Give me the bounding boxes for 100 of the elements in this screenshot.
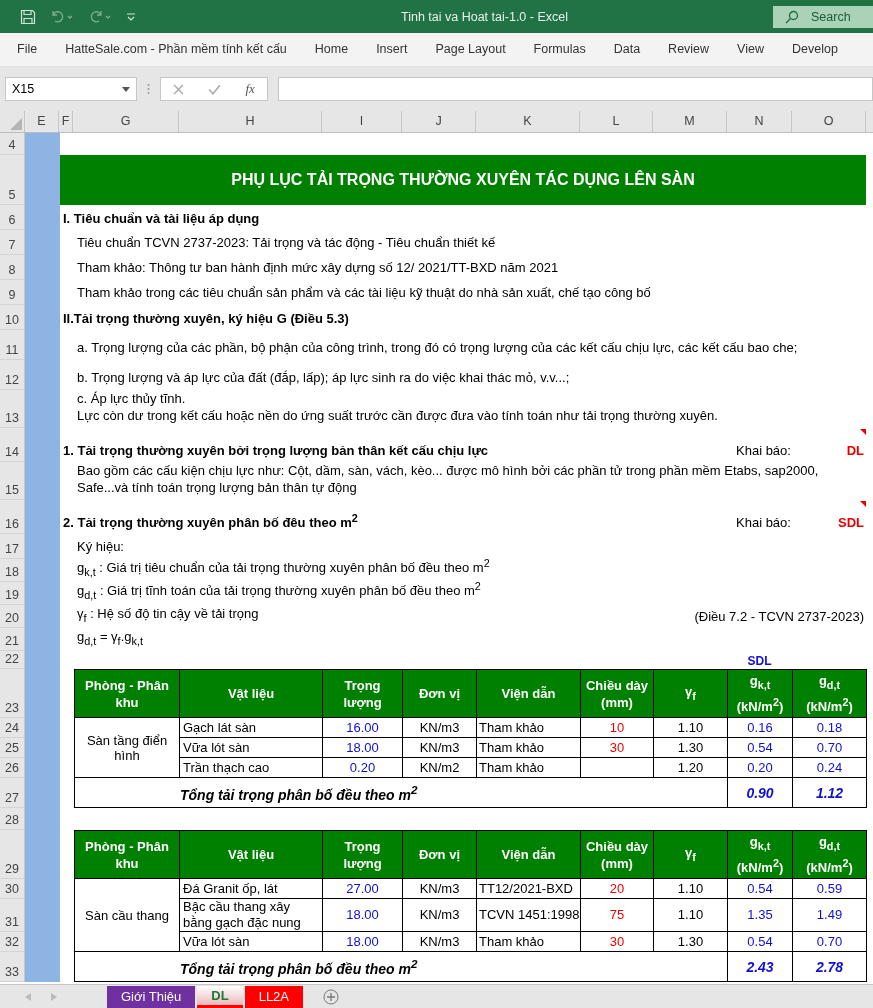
note-text: Tiêu chuẩn TCVN 2737-2023: Tải trọng và tác động - Tiêu chuẩn thiết kế bbox=[77, 234, 496, 251]
table-cell: KN/m2 bbox=[403, 758, 477, 778]
table-cell: TCVN 1451:1998 bbox=[477, 899, 581, 932]
ribbon-tab[interactable]: Page Layout bbox=[435, 37, 506, 62]
section-heading: 2. Tải trọng thường xuyên phân bố đêu theo m$^{2}$ bbox=[62, 511, 359, 530]
row-number[interactable]: 21 bbox=[0, 628, 25, 651]
row-number[interactable]: 24 bbox=[0, 718, 25, 738]
ribbon-tab[interactable]: File bbox=[17, 37, 38, 62]
table-cell: 75 bbox=[581, 899, 654, 932]
column-header[interactable]: F bbox=[59, 111, 73, 132]
row-number[interactable]: 12 bbox=[0, 360, 25, 390]
ribbon-tab[interactable]: Formulas bbox=[533, 37, 586, 62]
table-cell: 0.70 bbox=[793, 738, 867, 758]
ribbon-tab[interactable]: View bbox=[737, 37, 764, 62]
column-header[interactable]: E bbox=[25, 111, 59, 132]
row-number[interactable]: 9 bbox=[0, 280, 25, 305]
column-header[interactable]: N bbox=[727, 111, 792, 132]
row-number[interactable]: 28 bbox=[0, 808, 25, 830]
next-sheet-icon[interactable] bbox=[51, 992, 57, 1001]
ribbon-tab[interactable]: Data bbox=[613, 37, 641, 62]
column-header[interactable]: I bbox=[322, 111, 402, 132]
previous-sheet-icon[interactable] bbox=[25, 992, 31, 1001]
row-number[interactable]: 19 bbox=[0, 582, 25, 605]
check-icon[interactable] bbox=[208, 83, 222, 95]
column-header[interactable]: J bbox=[402, 111, 476, 132]
table-cell: 1.30 bbox=[654, 932, 728, 952]
ribbon-tab[interactable]: HatteSale.com - Phần mềm tính kết cấu bbox=[65, 37, 287, 62]
ribbon-tab[interactable]: Insert bbox=[376, 37, 408, 62]
column-header[interactable]: K bbox=[476, 111, 580, 132]
sheet-tab[interactable]: Giới Thiệu bbox=[107, 985, 196, 1008]
table-cell: 0.54 bbox=[728, 879, 793, 899]
sheet-tab[interactable]: DL bbox=[197, 985, 243, 1008]
row-number[interactable]: 17 bbox=[0, 534, 25, 559]
row-number[interactable]: 32 bbox=[0, 932, 25, 952]
row-number[interactable]: 11 bbox=[0, 330, 25, 360]
row-number[interactable]: 26 bbox=[0, 758, 25, 778]
row-number[interactable]: 5 bbox=[0, 155, 25, 205]
column-header[interactable]: G bbox=[73, 111, 179, 132]
table-cell: 0.16 bbox=[728, 718, 793, 738]
row-number[interactable]: 18 bbox=[0, 559, 25, 582]
undo-icon[interactable] bbox=[50, 8, 74, 25]
add-sheet-icon[interactable] bbox=[323, 988, 340, 1005]
customize-toolbar-icon[interactable] bbox=[126, 11, 136, 22]
save-icon[interactable] bbox=[20, 8, 36, 25]
table-cell: 0.59 bbox=[793, 879, 867, 899]
row-number[interactable]: 7 bbox=[0, 230, 25, 255]
search-field[interactable]: Search bbox=[773, 5, 873, 28]
row-number[interactable]: 22 bbox=[0, 651, 25, 669]
comment-marker-icon[interactable] bbox=[860, 501, 866, 507]
column-heading: Vật liệu bbox=[180, 669, 323, 718]
column-header[interactable]: H bbox=[179, 111, 322, 132]
row-number[interactable]: 29 bbox=[0, 830, 25, 879]
comment-marker-icon[interactable] bbox=[860, 429, 866, 435]
search-icon bbox=[785, 9, 799, 24]
row-number[interactable]: 15 bbox=[0, 462, 25, 500]
cancel-icon[interactable] bbox=[173, 83, 185, 95]
table-cell: 1.10 bbox=[654, 718, 728, 738]
row-number[interactable]: 27 bbox=[0, 778, 25, 808]
row-number[interactable]: 33 bbox=[0, 952, 25, 982]
declare-label: Khai báo: bbox=[736, 515, 792, 530]
row-number[interactable]: 10 bbox=[0, 305, 25, 330]
row-number[interactable]: 23 bbox=[0, 669, 25, 718]
table-cell: Vữa lót sàn bbox=[180, 738, 323, 758]
column-heading: Trọng lượng bbox=[323, 830, 403, 879]
row-number[interactable]: 20 bbox=[0, 605, 25, 628]
insert-function-button[interactable]: fx bbox=[245, 81, 255, 97]
row-number[interactable]: 25 bbox=[0, 738, 25, 758]
formula-input[interactable] bbox=[278, 77, 873, 101]
table-cell: 27.00 bbox=[323, 879, 403, 899]
zone-cell: Sàn tầng điển hình bbox=[74, 718, 180, 778]
ribbon-tab[interactable]: Home bbox=[314, 37, 349, 62]
column-header[interactable]: M bbox=[653, 111, 727, 132]
table-cell: Tham khảo bbox=[477, 758, 581, 778]
section-heading: II.Tải trọng thường xuyên, ký hiệu G (Điều 5.3) bbox=[62, 311, 349, 326]
column-header[interactable]: L bbox=[580, 111, 653, 132]
row-number[interactable]: 14 bbox=[0, 428, 25, 462]
row-number[interactable]: 31 bbox=[0, 899, 25, 932]
select-all-icon[interactable] bbox=[10, 118, 22, 130]
table-cell: Tham khảo bbox=[477, 738, 581, 758]
column-heading: Trọng lượng bbox=[323, 669, 403, 718]
column-header[interactable]: O bbox=[792, 111, 866, 132]
table-cell: Tham khảo bbox=[477, 718, 581, 738]
table-cell: 30 bbox=[581, 738, 654, 758]
row-number[interactable]: 30 bbox=[0, 879, 25, 899]
row-number[interactable]: 8 bbox=[0, 255, 25, 280]
table-cell: KN/m3 bbox=[403, 899, 477, 932]
name-box[interactable]: X15 bbox=[5, 77, 137, 101]
ribbon-tab[interactable]: Review bbox=[668, 37, 710, 62]
total-label: Tổng tải trọng phân bố đều theo m$^{2}$ bbox=[74, 778, 728, 808]
note-text: a. Trọng lượng của các phần, bộ phận của công trình, trong đó có trọng lượng của các kết cấu chịu lực, các kết cấu bao che; bbox=[77, 339, 798, 356]
redo-icon[interactable] bbox=[88, 8, 112, 25]
row-number[interactable]: 4 bbox=[0, 133, 25, 155]
row-number[interactable]: 16 bbox=[0, 500, 25, 534]
ribbon-tab[interactable]: Develop bbox=[792, 37, 838, 62]
table-cell: Tham khảo bbox=[477, 932, 581, 952]
row-number[interactable]: 6 bbox=[0, 205, 25, 230]
symbol-definition: g$_{k,t}$ : Giá trị tiêu chuẩn của tải trọng thường xuyên phân bố đều theo m$^{2}$ bbox=[76, 557, 491, 578]
sheet-tab[interactable]: LL2A bbox=[244, 985, 304, 1008]
total-value: 2.78 bbox=[793, 952, 867, 982]
row-number[interactable]: 13 bbox=[0, 390, 25, 428]
